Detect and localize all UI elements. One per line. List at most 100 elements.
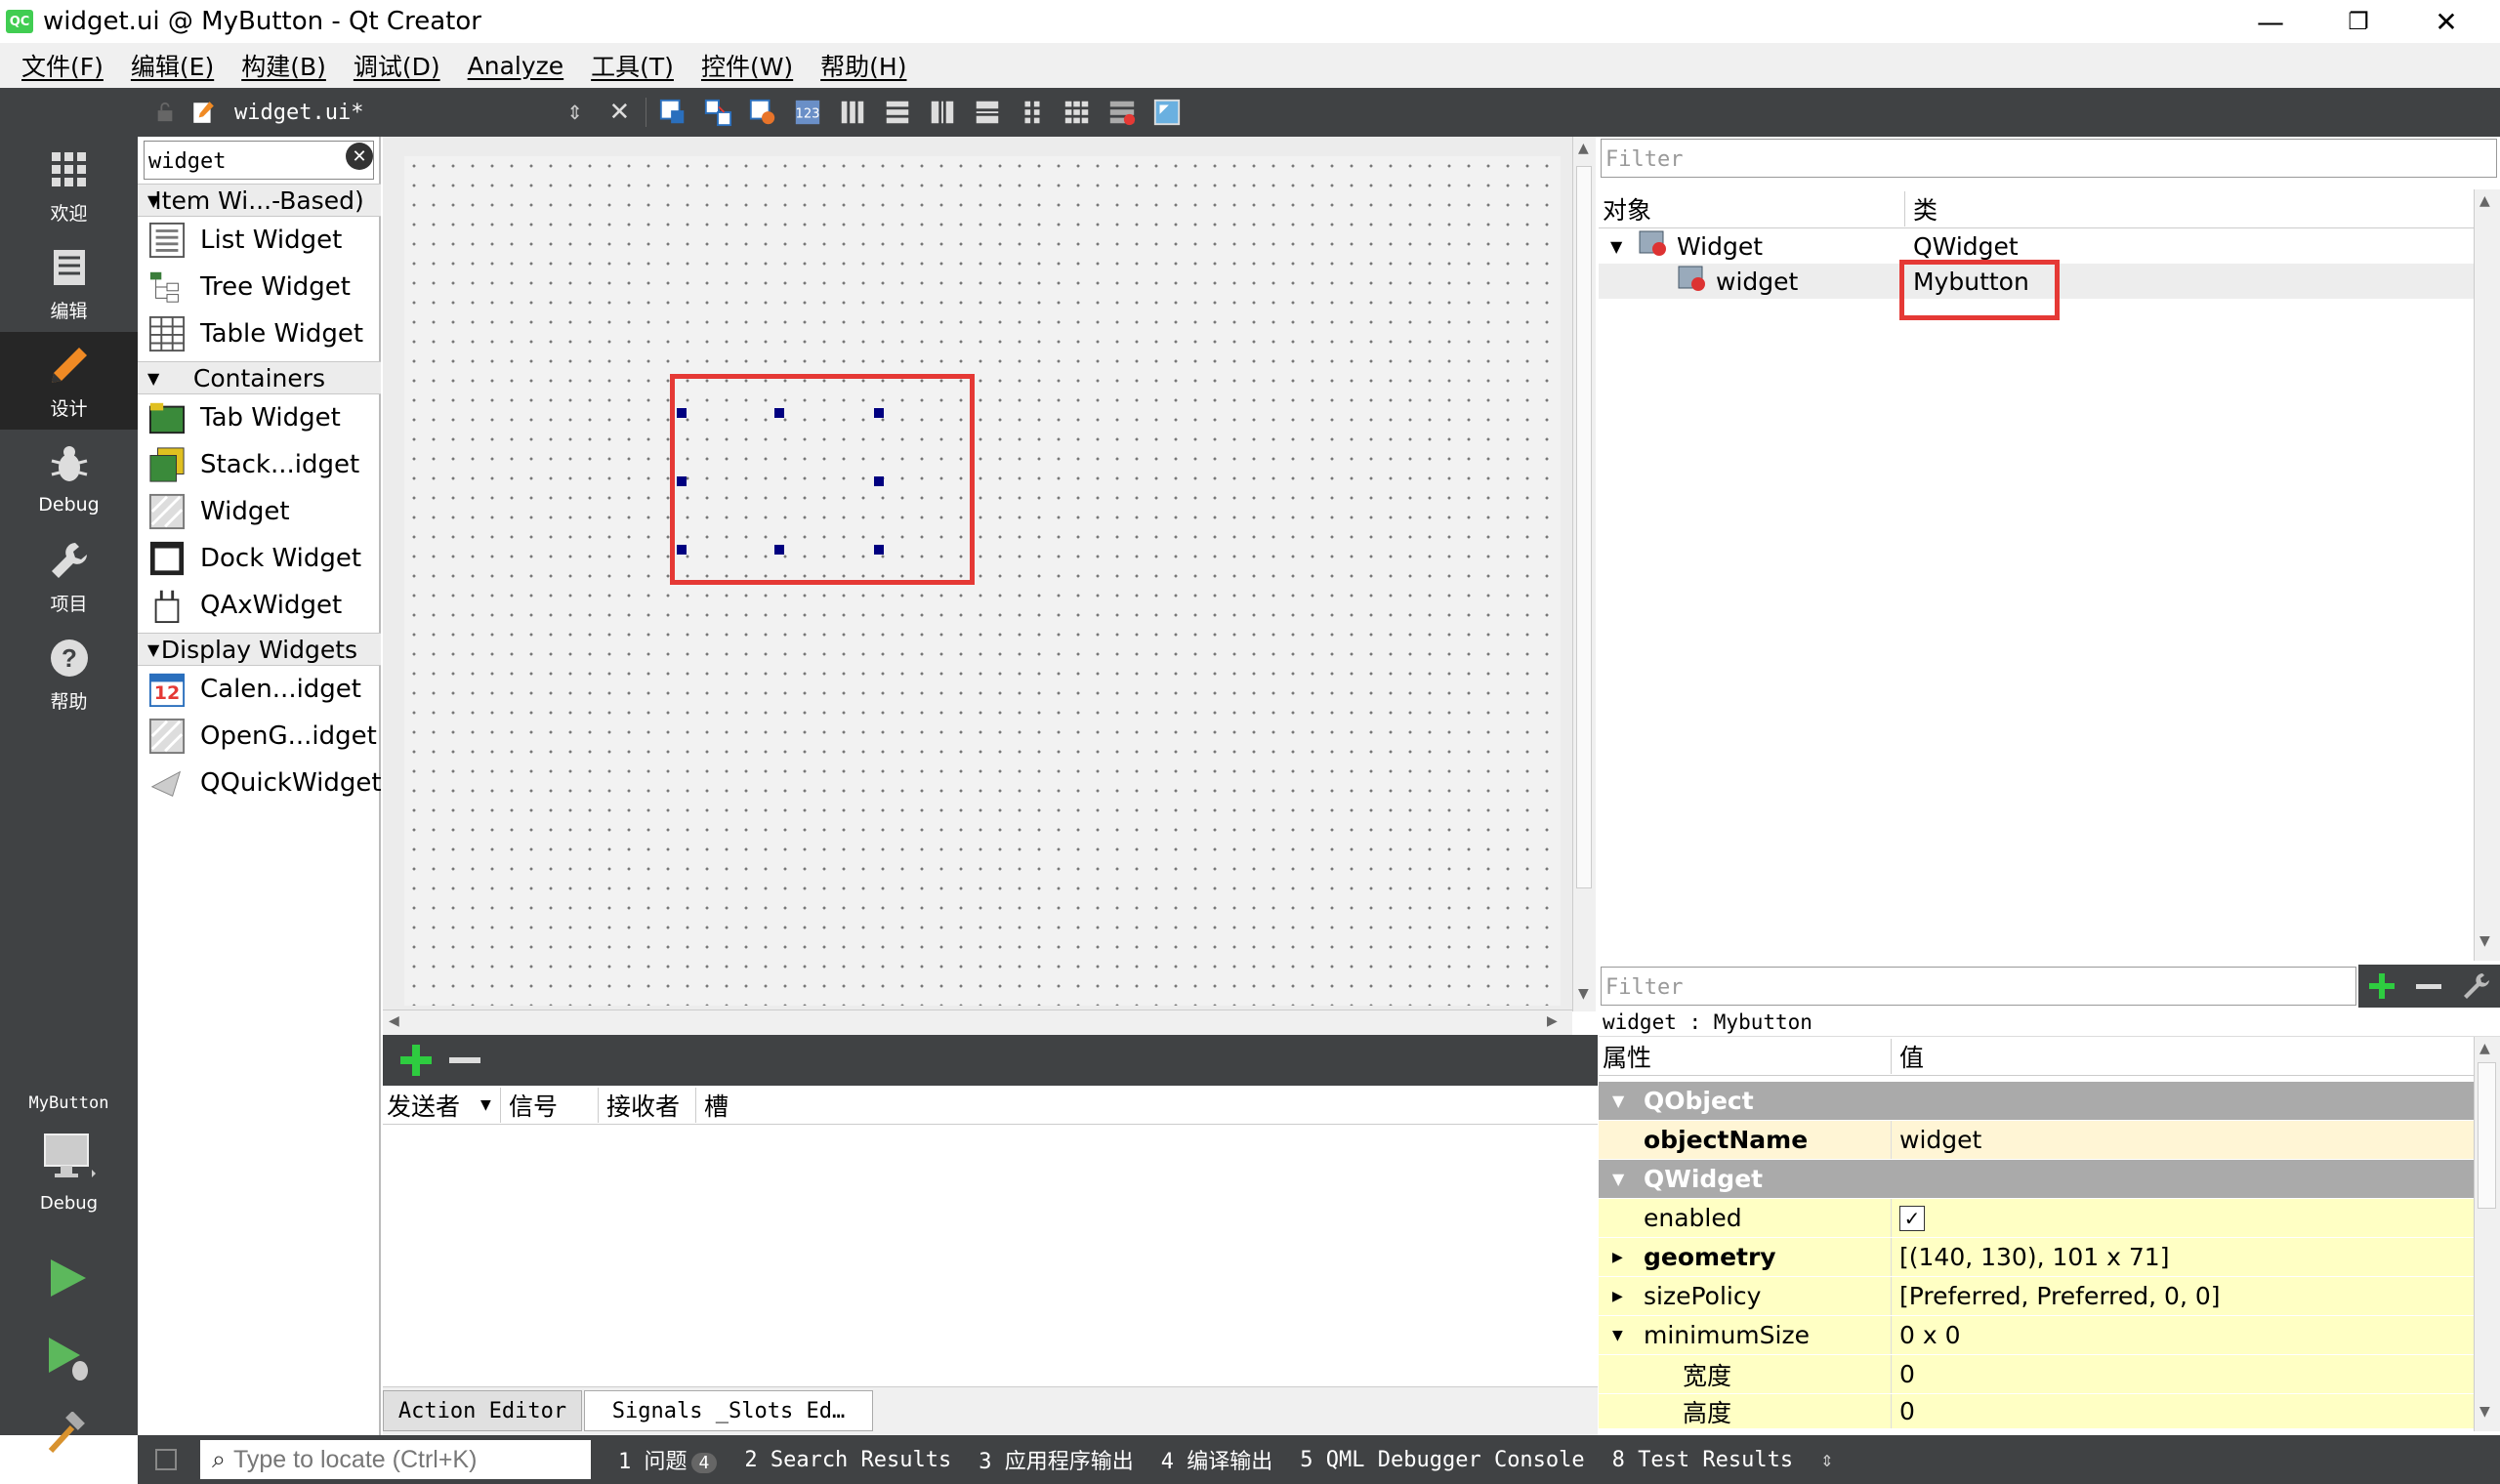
toggle-sidebar-icon[interactable] [155,1449,177,1470]
adjust-size-icon[interactable] [1151,97,1183,128]
prop-value[interactable]: widget [1892,1121,2474,1159]
minimize-button[interactable]: — [2227,0,2314,43]
menu-edit[interactable]: 编辑(E) [117,48,228,83]
selected-widget-highlight[interactable] [670,374,975,585]
debug-run-button[interactable] [45,1334,94,1382]
widget-widget[interactable]: Widget [147,488,290,535]
group-qwidget[interactable]: ▼ QWidget [1599,1160,2474,1199]
col-class[interactable]: 类 [1905,191,1938,227]
widget-stacked-widget[interactable]: Stack...idget [147,441,359,488]
menu-file[interactable]: 文件(F) [8,48,117,83]
col-sender[interactable]: 发送者 [383,1088,480,1123]
widget-calendar-widget[interactable]: 12 Calen...idget [147,666,361,713]
col-receiver[interactable]: 接收者 [598,1087,695,1123]
prop-sizepolicy[interactable]: ▶ sizePolicy [Preferred, Preferred, 0, 0] [1599,1277,2474,1316]
collapse-arrow-icon[interactable]: ▼ [1612,1328,1623,1343]
prop-minimumsize[interactable]: ▼ minimumSize 0 x 0 [1599,1316,2474,1355]
mode-debug[interactable]: Debug [0,430,138,527]
widget-tree-widget[interactable]: Tree Widget [147,264,351,310]
tab-signals-slots-editor[interactable]: Signals _Slots Ed… [584,1390,873,1431]
category-display-widgets[interactable]: ▼ Display Widgets [138,633,381,666]
more-tabs-icon[interactable]: ⇕ [1820,1448,1833,1472]
col-slot[interactable]: 槽 [695,1087,793,1123]
enabled-checkbox[interactable]: ✓ [1899,1205,1925,1231]
edit-tab-order-icon[interactable]: 123 [792,97,823,128]
canvas-vertical-scrollbar[interactable]: ▲ ▼ [1572,137,1596,1011]
prop-objectname[interactable]: objectName widget [1599,1121,2474,1160]
group-qobject[interactable]: ▼ QObject [1599,1082,2474,1121]
mode-design[interactable]: 设计 [0,332,138,430]
build-button[interactable] [45,1411,90,1457]
category-containers[interactable]: ▼ Containers [138,361,381,394]
widget-list-widget[interactable]: List Widget [147,217,342,264]
col-signal[interactable]: 信号 [500,1087,598,1123]
resize-handle[interactable] [874,408,884,418]
locator-input[interactable]: ⌕ Type to locate (Ctrl+K) [200,1440,591,1479]
resize-handle[interactable] [677,545,687,555]
clear-filter-icon[interactable]: ✕ [346,143,373,170]
layout-horizontal-icon[interactable] [837,97,868,128]
widget-dock-widget[interactable]: Dock Widget [147,535,361,582]
mode-welcome[interactable]: 欢迎 [0,137,138,234]
form-grid[interactable] [404,156,1561,1006]
mode-help[interactable]: ? 帮助 [0,625,138,722]
category-item-widgets[interactable]: ▼ Item Wi...-Based) [138,184,381,217]
run-button[interactable] [45,1256,90,1300]
layout-v-splitter-icon[interactable] [972,97,1003,128]
widget-opengl-widget[interactable]: OpenG...idget [147,713,377,760]
col-object[interactable]: 对象 [1599,190,1905,227]
prop-enabled[interactable]: enabled ✓ [1599,1199,2474,1238]
configure-icon[interactable] [2461,970,2492,1002]
col-value[interactable]: 值 [1892,1039,1924,1074]
canvas-horizontal-scrollbar[interactable]: ◀ ▶ [383,1010,1572,1035]
prop-value[interactable]: [(140, 130), 101 x 71] [1892,1238,2474,1276]
prop-value[interactable]: 0 [1892,1355,2474,1393]
prop-value[interactable]: [Preferred, Preferred, 0, 0] [1892,1277,2474,1315]
expand-arrow-icon[interactable]: ▼ [1599,237,1638,256]
output-tab-tests[interactable]: 8 Test Results [1612,1448,1793,1472]
object-inspector-scrollbar[interactable]: ▲ ▼ [2474,189,2500,961]
remove-property-icon[interactable] [2413,970,2444,1002]
menu-tools[interactable]: 工具(T) [577,48,688,83]
edit-widgets-icon[interactable] [657,97,688,128]
property-filter-input[interactable]: Filter [1601,967,2356,1006]
prop-value[interactable]: 0 x 0 [1892,1316,2474,1354]
widget-table-widget[interactable]: Table Widget [147,310,363,357]
resize-handle[interactable] [774,545,784,555]
menu-help[interactable]: 帮助(H) [807,48,920,83]
edit-signals-slots-icon[interactable] [702,97,733,128]
mode-edit[interactable]: 编辑 [0,234,138,332]
prop-min-width[interactable]: 宽度 0 [1599,1355,2474,1394]
add-connection-button[interactable] [396,1041,436,1080]
resize-handle[interactable] [677,408,687,418]
output-tab-compile[interactable]: 4 编译输出 [1161,1444,1273,1475]
prop-value[interactable]: 0 [1892,1394,2474,1428]
expand-arrow-icon[interactable]: ▶ [1612,1289,1623,1304]
menu-analyze[interactable]: Analyze [454,52,578,80]
output-tab-search[interactable]: 2 Search Results [744,1448,951,1472]
output-tab-qml-debugger[interactable]: 5 QML Debugger Console [1300,1448,1584,1472]
widget-qaxwidget[interactable]: QAxWidget [147,582,342,629]
resize-handle[interactable] [774,408,784,418]
col-property[interactable]: 属性 [1599,1038,1892,1074]
resize-handle[interactable] [874,476,884,486]
layout-grid-icon[interactable] [1017,97,1048,128]
menu-debug[interactable]: 调试(D) [340,48,454,83]
resize-handle[interactable] [677,476,687,486]
prop-min-height[interactable]: 高度 0 [1599,1394,2474,1429]
menu-build[interactable]: 构建(B) [228,48,340,83]
resize-handle[interactable] [874,545,884,555]
mode-projects[interactable]: 项目 [0,527,138,625]
close-editor-icon[interactable]: ✕ [604,97,635,128]
edit-buddies-icon[interactable] [747,97,778,128]
menu-widgets[interactable]: 控件(W) [688,48,807,83]
object-filter-input[interactable]: Filter [1601,139,2497,178]
layout-vertical-icon[interactable] [882,97,913,128]
remove-connection-button[interactable] [445,1041,484,1080]
widget-tab-widget[interactable]: Tab Widget [147,394,341,441]
layout-form-icon[interactable] [1062,97,1093,128]
object-row-root[interactable]: ▼ Widget QWidget [1599,228,2474,264]
output-tab-app-output[interactable]: 3 应用程序输出 [979,1444,1134,1475]
form-editor-canvas[interactable] [383,137,1572,1035]
tab-action-editor[interactable]: Action Editor [383,1390,582,1431]
